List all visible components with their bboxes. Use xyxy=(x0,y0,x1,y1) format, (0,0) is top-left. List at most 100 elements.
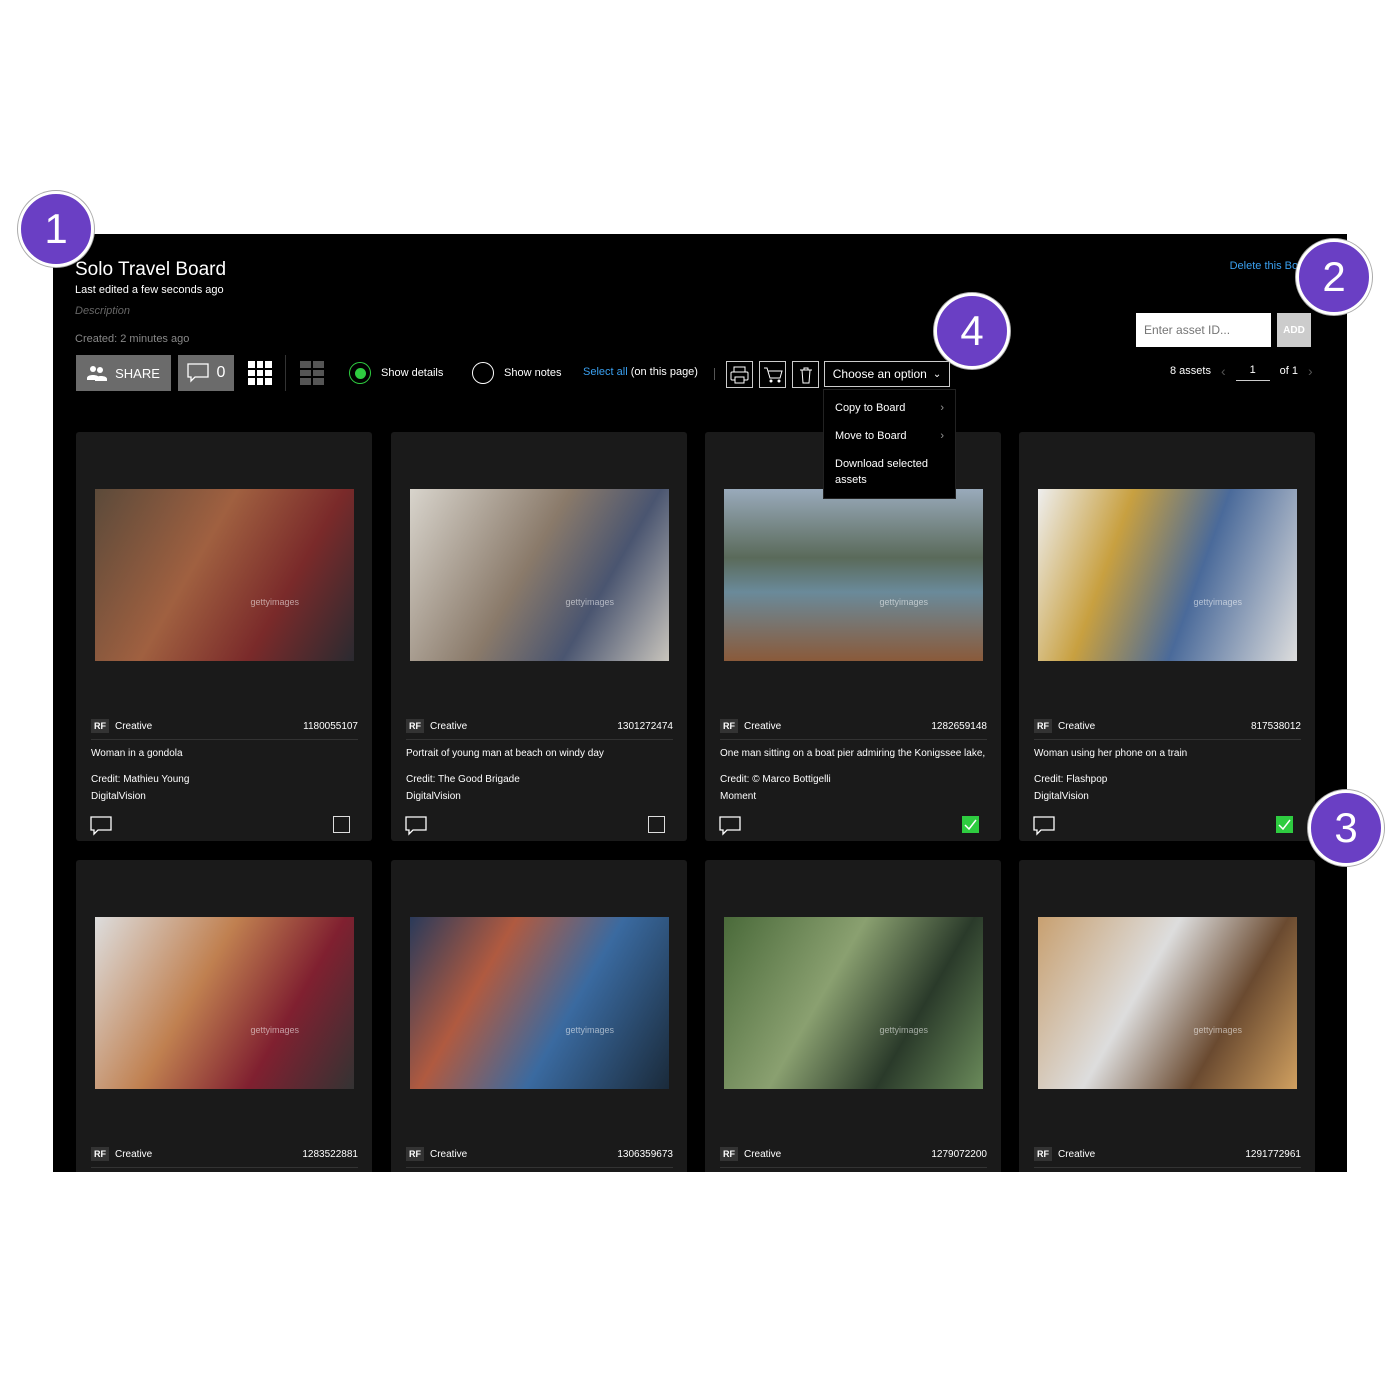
comment-icon[interactable] xyxy=(719,816,741,836)
asset-image[interactable]: gettyimages xyxy=(724,917,983,1089)
license-badge: RF xyxy=(91,1147,109,1161)
share-button[interactable]: SHARE xyxy=(76,355,171,391)
asset-collection: DigitalVision xyxy=(406,791,461,802)
asset-type: Creative xyxy=(1058,720,1096,732)
options-menu: Copy to Board › Move to Board › Download s… xyxy=(823,389,956,499)
license-badge: RF xyxy=(406,1147,424,1161)
asset-id: 1291772961 xyxy=(1245,1148,1301,1160)
show-details-toggle[interactable]: Show details xyxy=(349,362,443,384)
asset-id: 1301272474 xyxy=(617,720,673,732)
page-total: of 1 xyxy=(1279,364,1298,377)
trash-icon xyxy=(799,367,812,383)
asset-credit: Credit: Flashpop xyxy=(1034,774,1108,785)
license-badge: RF xyxy=(1034,1147,1052,1161)
select-checkbox[interactable] xyxy=(962,816,979,833)
asset-image[interactable]: gettyimages xyxy=(95,917,354,1089)
asset-meta: RF Creative 1282659148 xyxy=(720,719,987,740)
asset-card[interactable]: gettyimages RF Creative 1291772961 xyxy=(1019,860,1315,1172)
asset-credit: Credit: Mathieu Young xyxy=(91,774,190,785)
print-button[interactable] xyxy=(726,361,753,388)
menu-item-label: Move to Board xyxy=(835,430,907,442)
license-badge: RF xyxy=(720,719,738,733)
comment-count: 0 xyxy=(216,364,226,381)
asset-collection: DigitalVision xyxy=(1034,791,1089,802)
asset-id: 1279072200 xyxy=(931,1148,987,1160)
step-badge-1: 1 xyxy=(18,191,94,267)
masonry-view-icon[interactable] xyxy=(300,361,324,385)
asset-card[interactable]: gettyimages RF Creative 817538012 Woman usi… xyxy=(1019,432,1315,841)
comment-icon[interactable] xyxy=(90,816,112,836)
asset-id-input[interactable] xyxy=(1136,313,1271,347)
step-badge-4: 4 xyxy=(934,293,1010,369)
select-checkbox[interactable] xyxy=(1276,816,1293,833)
asset-type: Creative xyxy=(744,720,782,732)
comment-icon[interactable] xyxy=(1033,816,1055,836)
license-badge: RF xyxy=(406,719,424,733)
divider xyxy=(714,368,715,380)
chevron-left-icon[interactable]: ‹ xyxy=(1221,363,1226,379)
asset-card[interactable]: gettyimages RF Creative 1283522881 xyxy=(76,860,372,1172)
checkmark-icon xyxy=(1278,819,1291,830)
asset-id: 1180055107 xyxy=(303,720,358,732)
users-icon xyxy=(87,366,108,381)
show-notes-label: Show notes xyxy=(504,367,562,379)
license-badge: RF xyxy=(1034,719,1052,733)
chevron-right-icon[interactable]: › xyxy=(1308,363,1313,379)
menu-item-copy-to-board[interactable]: Copy to Board › xyxy=(824,394,955,422)
menu-item-download-selected[interactable]: Download selected assets xyxy=(824,450,955,494)
radio-off-icon xyxy=(472,362,494,384)
asset-title: Woman using her phone on a train xyxy=(1034,748,1188,759)
delete-button[interactable] xyxy=(792,361,819,388)
description-field[interactable]: Description xyxy=(75,305,130,317)
cart-icon xyxy=(763,367,783,382)
asset-title: Woman in a gondola xyxy=(91,748,183,759)
watermark: gettyimages xyxy=(250,1025,299,1035)
board-panel: Solo Travel Board Last edited a few seco… xyxy=(53,234,1347,1172)
asset-meta: RF Creative 1283522881 xyxy=(91,1147,358,1168)
page-input[interactable]: 1 xyxy=(1235,364,1270,381)
asset-type: Creative xyxy=(115,1148,153,1160)
asset-image[interactable]: gettyimages xyxy=(95,489,354,661)
asset-collection: Moment xyxy=(720,791,757,802)
asset-image[interactable]: gettyimages xyxy=(1038,917,1297,1089)
asset-id: 1282659148 xyxy=(931,720,987,732)
asset-meta: RF Creative 1306359673 xyxy=(406,1147,673,1168)
select-checkbox[interactable] xyxy=(333,816,350,833)
chevron-right-icon: › xyxy=(940,430,944,442)
grid-view-icon[interactable] xyxy=(248,361,272,385)
asset-credit: Credit: The Good Brigade xyxy=(406,774,520,785)
asset-image[interactable]: gettyimages xyxy=(1038,489,1297,661)
watermark: gettyimages xyxy=(565,597,614,607)
choose-option-dropdown[interactable]: Choose an option ⌄ xyxy=(824,361,950,387)
menu-item-label: Copy to Board xyxy=(835,402,906,414)
asset-meta: RF Creative 817538012 xyxy=(1034,719,1301,740)
asset-meta: RF Creative 1180055107 xyxy=(91,719,358,740)
comment-icon xyxy=(186,363,209,383)
pagination: 8 assets ‹ 1 of 1 › xyxy=(1170,360,1313,381)
asset-collection: DigitalVision xyxy=(91,791,146,802)
asset-type: Creative xyxy=(430,720,468,732)
select-checkbox[interactable] xyxy=(648,816,665,833)
asset-type: Creative xyxy=(1058,1148,1096,1160)
asset-card[interactable]: gettyimages RF Creative 1301272474 Portrait… xyxy=(391,432,687,841)
asset-card[interactable]: gettyimages RF Creative 1180055107 Woman in… xyxy=(76,432,372,841)
add-asset-button[interactable]: ADD xyxy=(1277,313,1311,347)
asset-id: 1306359673 xyxy=(617,1148,673,1160)
asset-image[interactable]: gettyimages xyxy=(410,917,669,1089)
comment-icon[interactable] xyxy=(405,816,427,836)
asset-meta: RF Creative 1279072200 xyxy=(720,1147,987,1168)
asset-card[interactable]: gettyimages RF Creative 1279072200 xyxy=(705,860,1001,1172)
select-all-link[interactable]: Select all xyxy=(583,366,628,378)
watermark: gettyimages xyxy=(1193,597,1242,607)
menu-item-move-to-board[interactable]: Move to Board › xyxy=(824,422,955,450)
printer-icon xyxy=(730,366,749,383)
show-notes-toggle[interactable]: Show notes xyxy=(472,362,561,384)
asset-card[interactable]: gettyimages RF Creative 1306359673 xyxy=(391,860,687,1172)
watermark: gettyimages xyxy=(879,1025,928,1035)
chevron-down-icon: ⌄ xyxy=(932,368,942,380)
asset-image[interactable]: gettyimages xyxy=(724,489,983,661)
asset-image[interactable]: gettyimages xyxy=(410,489,669,661)
cart-button[interactable] xyxy=(759,361,786,388)
asset-meta: RF Creative 1301272474 xyxy=(406,719,673,740)
comments-button[interactable]: 0 xyxy=(178,355,234,391)
